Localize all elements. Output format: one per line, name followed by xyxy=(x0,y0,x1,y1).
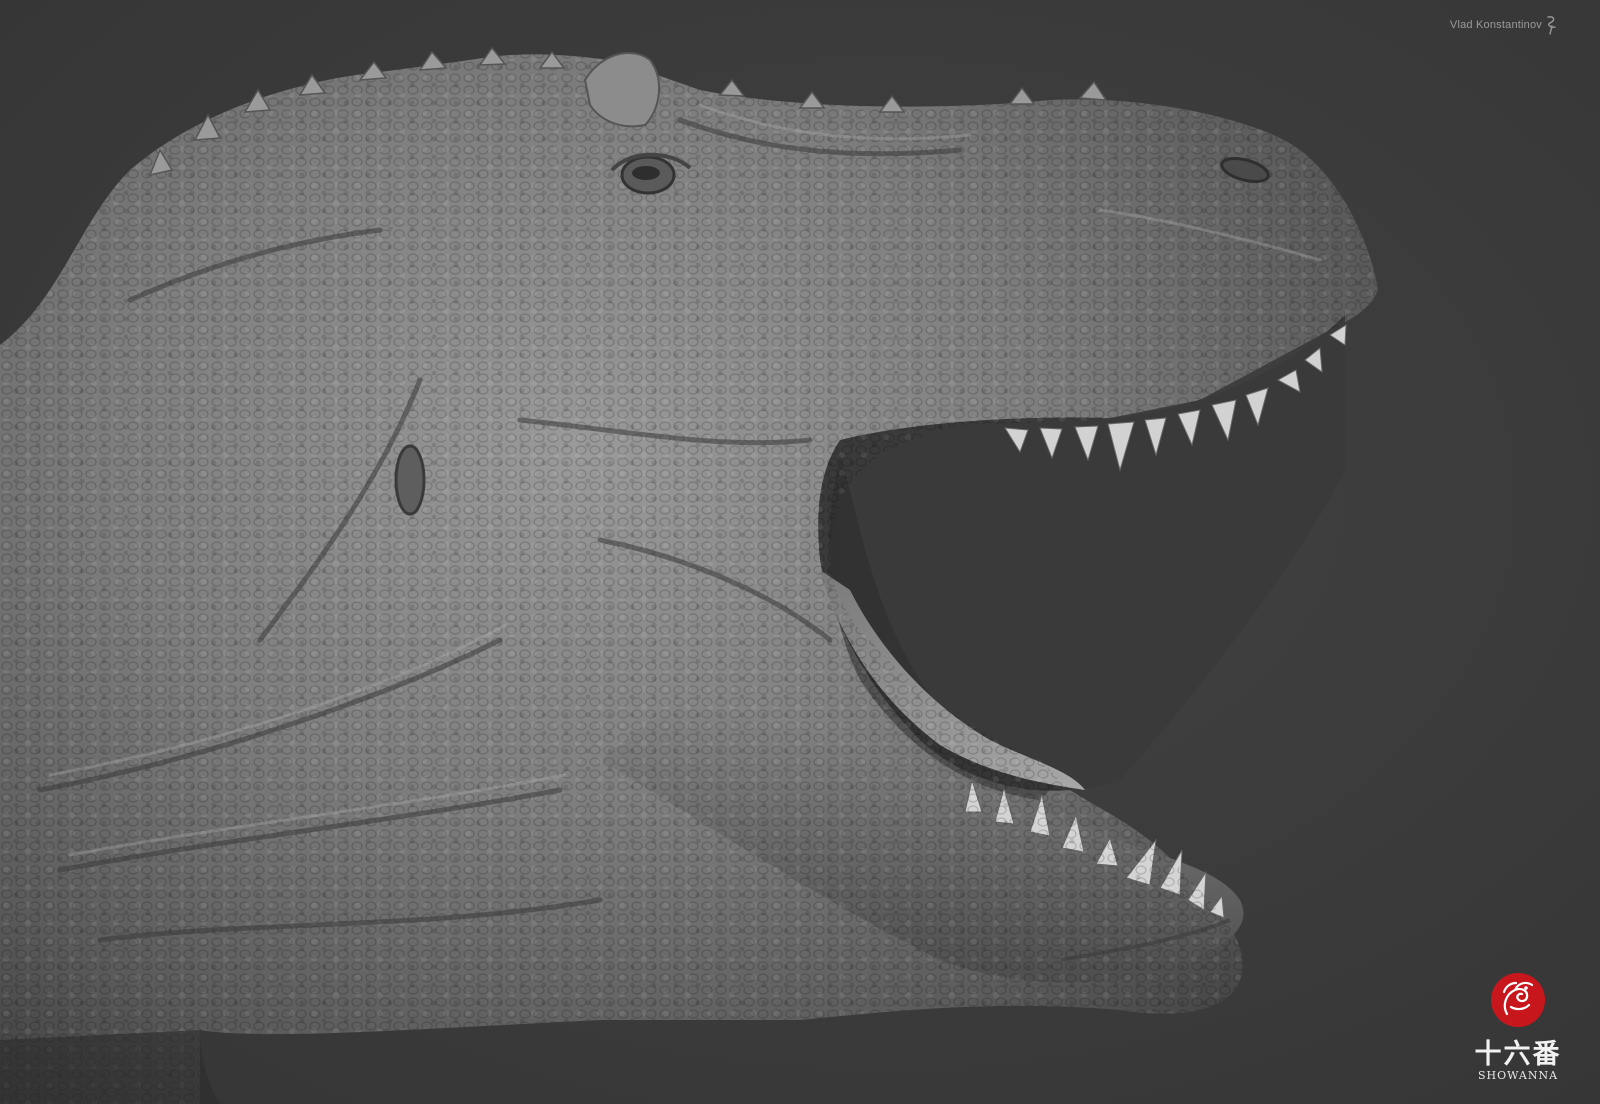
red-dragon-seal-icon xyxy=(1491,973,1545,1027)
trex-head-sculpt-icon xyxy=(0,46,1378,1104)
showanna-watermark: 十六番 SHOWANNA xyxy=(1466,972,1570,1090)
signature-mark-icon xyxy=(1547,16,1556,35)
author-credit: Vlad Konstantinov xyxy=(1449,19,1542,31)
watermark-chinese-text: 十六番 xyxy=(1474,1039,1562,1070)
watermark-latin-text: SHOWANNA xyxy=(1477,1069,1559,1082)
artwork-canvas: Vlad Konstantinov 十六番 SHOWANNA xyxy=(0,0,1600,1104)
